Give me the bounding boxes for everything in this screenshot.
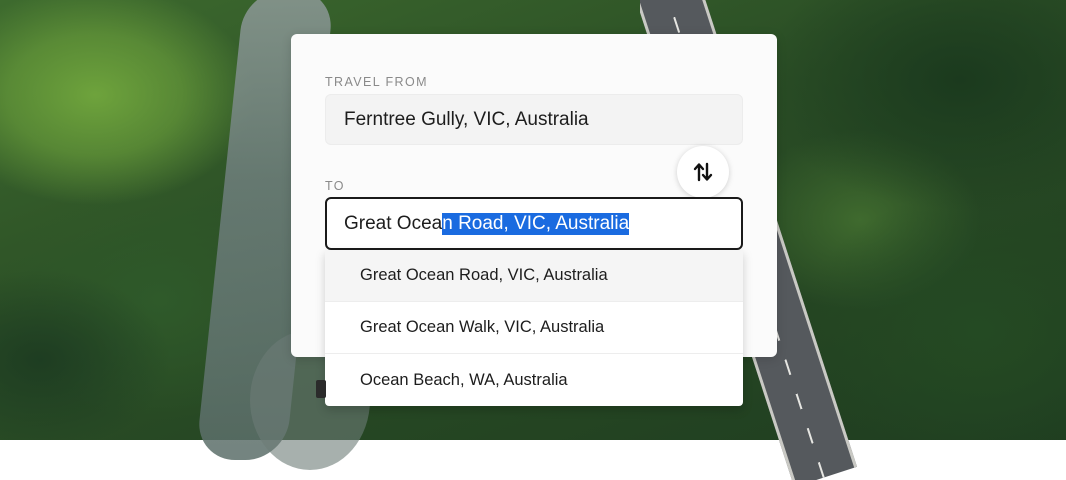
travel-from-value: Ferntree Gully, VIC, Australia (344, 108, 589, 130)
suggestions-dropdown: Great Ocean Road, VIC, Australia Great O… (325, 250, 743, 406)
travel-to-input[interactable]: Great Ocea n Road, VIC, Australia (325, 197, 743, 250)
suggestion-item[interactable]: Great Ocean Road, VIC, Australia (325, 250, 743, 302)
travel-from-input[interactable]: Ferntree Gully, VIC, Australia (325, 94, 743, 145)
suggestion-label: Great Ocean Road, VIC, Australia (360, 266, 608, 284)
swap-vertical-arrows-icon (693, 162, 713, 182)
swap-locations-button[interactable] (677, 146, 729, 198)
travel-to-label: TO (325, 179, 345, 193)
suggestion-label: Ocean Beach, WA, Australia (360, 370, 568, 389)
suggestion-item[interactable]: Ocean Beach, WA, Australia (325, 354, 743, 406)
travel-to-selected-text: n Road, VIC, Australia (442, 212, 630, 235)
travel-from-label: TRAVEL FROM (325, 75, 428, 89)
travel-to-typed-text: Great Ocea (344, 212, 443, 234)
obscured-control (316, 380, 326, 398)
suggestion-label: Great Ocean Walk, VIC, Australia (360, 318, 605, 336)
suggestion-item[interactable]: Great Ocean Walk, VIC, Australia (325, 302, 743, 354)
